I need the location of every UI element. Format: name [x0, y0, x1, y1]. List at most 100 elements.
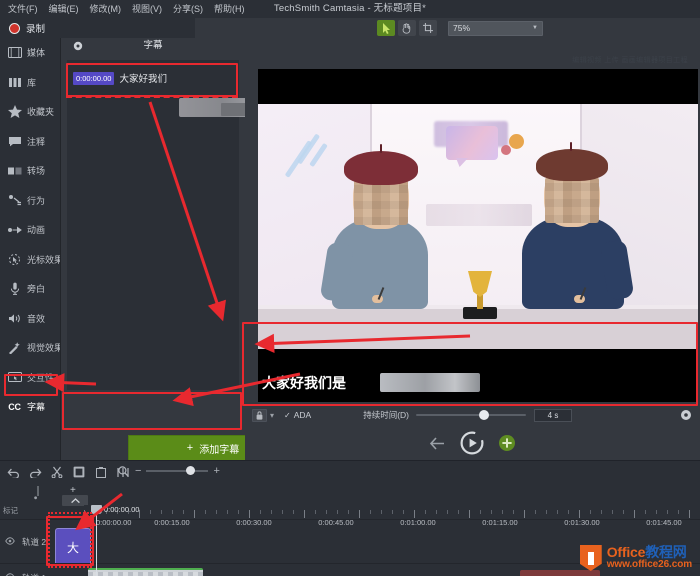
sidebar-item-transitions[interactable]: 转场 [0, 156, 60, 186]
zoom-out-button[interactable]: − [135, 466, 141, 477]
media-icon [7, 45, 22, 60]
record-icon [9, 22, 20, 34]
sidebar-item-animations[interactable]: 动画 [0, 215, 60, 245]
caption-clip-text: 大 [66, 540, 79, 555]
caption-style-button[interactable] [252, 408, 267, 422]
behavior-icon [7, 193, 22, 208]
cc-icon: CC [8, 401, 21, 412]
person-right-beret [536, 149, 608, 181]
sidebar-label-audio-effects: 音效 [27, 313, 46, 324]
canvas-caption-text: 大家好我们是 [262, 375, 346, 391]
captions-panel-header: 字幕 [61, 38, 245, 54]
sidebar-item-behaviors[interactable]: 行为 [0, 186, 60, 216]
watermark-url: www.office26.com [606, 559, 692, 571]
media-clip-thumbnails [88, 572, 203, 576]
canvas-toolbar: 75% ▼ [195, 18, 700, 38]
back-arrow-icon[interactable] [429, 436, 446, 451]
zoom-level-value: 75% [453, 23, 471, 33]
menu-item-file[interactable]: 文件(F) [8, 0, 38, 18]
cursor-icon [382, 22, 391, 34]
sidebar-item-audio-effects[interactable]: 音效 [0, 304, 60, 334]
sidebar-item-favorites[interactable]: 收藏夹 [0, 97, 60, 127]
sidebar-label-interactivity: 交互性 [27, 372, 55, 383]
cursor-tool-button[interactable] [377, 20, 395, 36]
chevron-down-icon: ▼ [532, 25, 538, 31]
sidebar-label-captions: 字幕 [27, 402, 46, 413]
track-1-label: 轨道 1 [22, 572, 46, 576]
timeline-zoom-slider[interactable] [146, 466, 209, 475]
cut-icon[interactable] [50, 465, 64, 479]
sidebar-item-voiceover[interactable]: 旁白 [0, 274, 60, 304]
library-icon [7, 75, 22, 90]
timeline-zoom: − + [116, 464, 220, 478]
playback-bar [245, 426, 700, 460]
preview-panel: 编辑视频 上传 画画编辑器项目工程 大家好我们是 [245, 38, 700, 460]
caption-controls-bar: ▾ ✓ ADA 持续时间(D) 4 s [245, 404, 700, 426]
marker-pin-icon [34, 486, 42, 502]
menu-item-view[interactable]: 视图(V) [132, 0, 162, 18]
studio-logo-box [446, 126, 498, 160]
canvas-ghost-text: 编辑视频 上传 画画编辑器项目工程 [572, 57, 688, 64]
caption-text: 大家好我们 [119, 74, 167, 85]
magnifier-icon[interactable] [116, 464, 130, 478]
sidebar-label-visual-effects: 视觉效果 [27, 343, 64, 354]
person-right-beret-nub [570, 142, 572, 151]
sidebar-item-annotations[interactable]: 注释 [0, 127, 60, 157]
sidebar-item-captions[interactable]: CC 字幕 [0, 392, 60, 422]
record-label: 录制 [26, 24, 46, 35]
sidebar-item-media[interactable]: 媒体 [0, 38, 60, 68]
duration-slider[interactable] [416, 409, 527, 421]
sidebar-item-cursor-effects[interactable]: 光标效果 [0, 245, 63, 275]
menu-item-share[interactable]: 分享(S) [173, 0, 203, 18]
playhead-handle[interactable] [91, 505, 102, 514]
marker-column: + [30, 483, 88, 507]
menu-item-edit[interactable]: 编辑(E) [49, 0, 79, 18]
sidebar-item-visual-effects[interactable]: 视觉效果 [0, 333, 64, 363]
watermark-title-prefix: Office [606, 544, 646, 561]
add-icon[interactable] [498, 434, 516, 452]
track-2-visibility-icon[interactable] [5, 536, 15, 546]
redo-icon[interactable] [28, 465, 42, 479]
duration-slider-knob[interactable] [479, 410, 490, 420]
caption-clip[interactable]: 大 [55, 528, 91, 566]
zoom-in-button[interactable]: + [213, 466, 219, 477]
left-sidebar: 媒体 库 收藏夹 注释 转场 行为 动画 光标效果 旁白 音效 视觉效果 交互性… [0, 38, 64, 460]
track-2-label: 轨道 2 [22, 537, 47, 547]
person-left-face-blur [354, 179, 408, 225]
check-icon: ✓ [284, 410, 291, 420]
play-icon[interactable] [460, 431, 484, 455]
undo-icon[interactable] [6, 465, 20, 479]
caption-entry[interactable]: 0:00:00.00 大家好我们 [73, 67, 233, 89]
media-clip[interactable] [88, 568, 203, 576]
sidebar-item-interactivity[interactable]: 交互性 [0, 363, 60, 393]
video-canvas[interactable]: 编辑视频 上传 画画编辑器项目工程 大家好我们是 [258, 57, 698, 402]
ada-toggle[interactable]: ✓ ADA [284, 410, 311, 420]
track-1-visibility-icon[interactable] [5, 572, 15, 576]
watermark-text: Office教程网 www.office26.com [607, 545, 692, 570]
caption-style-caret[interactable]: ▾ [270, 411, 274, 420]
preview-gear-icon[interactable] [680, 409, 692, 421]
menu-bar: 文件(F) 编辑(E) 修改(M) 视图(V) 分享(S) 帮助(H) [0, 0, 360, 18]
duration-value[interactable]: 4 s [534, 408, 573, 422]
gear-icon[interactable] [73, 41, 83, 51]
playhead[interactable]: 0:00:00.00 [91, 505, 139, 576]
timeline-zoom-knob[interactable] [186, 466, 196, 475]
sidebar-label-media: 媒体 [27, 48, 46, 59]
sidebar-label-voiceover: 旁白 [27, 284, 46, 295]
record-bar[interactable]: 录制 [0, 18, 195, 38]
playhead-timecode: 0:00:00.00 [104, 505, 140, 514]
camtasia-window: TechSmith Camtasia - 无标题项目* 文件(F) 编辑(E) … [0, 0, 700, 576]
crop-tool-button[interactable] [419, 20, 437, 36]
plus-icon: + [186, 442, 194, 454]
menu-item-modify[interactable]: 修改(M) [90, 0, 122, 18]
trophy-stem [477, 295, 483, 309]
canvas-caption-overlay[interactable]: 大家好我们是 [262, 372, 482, 394]
lock-icon [256, 410, 263, 420]
interactivity-icon [7, 370, 22, 385]
sidebar-item-library[interactable]: 库 [0, 68, 60, 98]
paste-icon[interactable] [94, 465, 108, 479]
hand-tool-button[interactable] [398, 20, 416, 36]
copy-icon[interactable] [72, 465, 86, 479]
menu-item-help[interactable]: 帮助(H) [214, 0, 245, 18]
zoom-level-select[interactable]: 75% ▼ [448, 20, 543, 36]
